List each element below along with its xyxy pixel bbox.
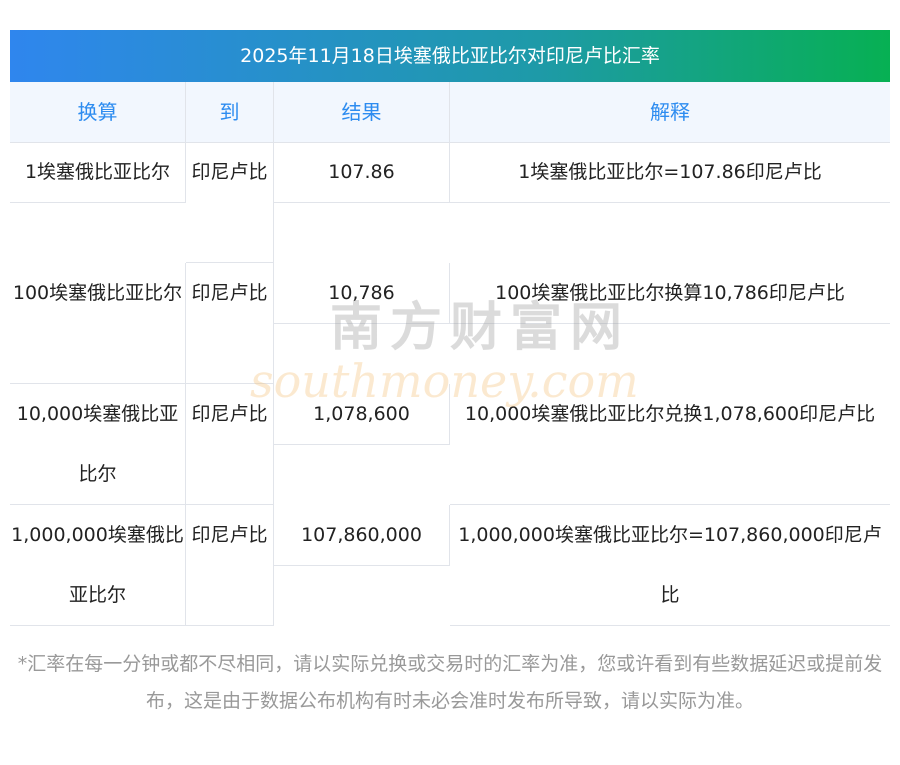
cell-to: 印尼卢比	[186, 263, 274, 384]
cell-to: 印尼卢比	[186, 384, 274, 505]
header-to: 到	[186, 82, 274, 143]
cell-explain: 10,000埃塞俄比亚比尔兑换1,078,600印尼卢比	[450, 384, 890, 505]
cell-from: 100埃塞俄比亚比尔	[10, 263, 186, 384]
header-result: 结果	[274, 82, 450, 143]
table-row: 10,000埃塞俄比亚比尔 印尼卢比 1,078,600 10,000埃塞俄比亚…	[10, 384, 890, 505]
rate-table: 2025年11月18日埃塞俄比亚比尔对印尼卢比汇率 换算 到 结果 解释 1埃塞…	[10, 30, 890, 626]
cell-result: 10,786	[274, 263, 450, 324]
table-title: 2025年11月18日埃塞俄比亚比尔对印尼卢比汇率	[10, 30, 890, 82]
cell-from: 10,000埃塞俄比亚比尔	[10, 384, 186, 505]
header-convert: 换算	[10, 82, 186, 143]
cell-explain: 100埃塞俄比亚比尔换算10,786印尼卢比	[450, 263, 890, 324]
header-explain: 解释	[450, 82, 890, 143]
cell-to: 印尼卢比	[186, 142, 274, 263]
table-header: 换算 到 结果 解释	[10, 82, 890, 143]
table-row: 100埃塞俄比亚比尔 印尼卢比 10,786 100埃塞俄比亚比尔换算10,78…	[10, 263, 890, 384]
cell-explain: 1埃塞俄比亚比尔=107.86印尼卢比	[450, 142, 890, 203]
table-row: 1埃塞俄比亚比尔 印尼卢比 107.86 1埃塞俄比亚比尔=107.86印尼卢比	[10, 142, 890, 263]
table-row: 1,000,000埃塞俄比亚比尔 印尼卢比 107,860,000 1,000,…	[10, 505, 890, 626]
disclaimer-note: *汇率在每一分钟或都不尽相同，请以实际兑换或交易时的汇率为准，您或许看到有些数据…	[17, 653, 883, 712]
cell-to: 印尼卢比	[186, 505, 274, 626]
cell-explain: 1,000,000埃塞俄比亚比尔=107,860,000印尼卢比	[450, 505, 890, 626]
cell-result: 107.86	[274, 142, 450, 203]
cell-from: 1,000,000埃塞俄比亚比尔	[10, 505, 186, 626]
cell-result: 1,078,600	[274, 384, 450, 445]
cell-from: 1埃塞俄比亚比尔	[10, 142, 186, 203]
cell-result: 107,860,000	[274, 505, 450, 566]
